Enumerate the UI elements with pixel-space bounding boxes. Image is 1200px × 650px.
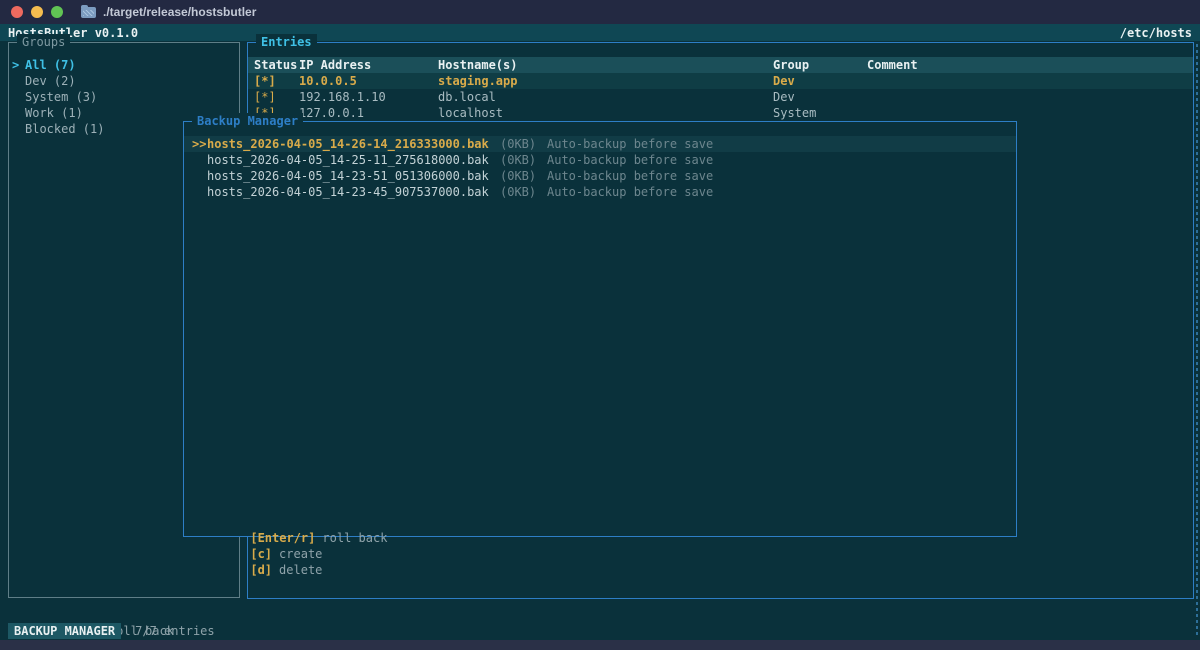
selection-marker-icon: >: [9, 57, 25, 73]
selection-marker-icon: >>: [184, 136, 207, 152]
entry-ip: 127.0.0.1: [299, 105, 438, 121]
backup-row[interactable]: hosts_2026-04-05_14-23-51_051306000.bak …: [184, 168, 1016, 184]
entries-header-row: Status IP Address Hostname(s) Group Comm…: [248, 57, 1193, 73]
column-header-hostnames: Hostname(s): [438, 57, 773, 73]
column-header-ip: IP Address: [299, 57, 438, 73]
window-title: ./target/release/hostsbutler: [103, 4, 256, 20]
statusbar-keyboard-hints: [Enter/r]Roll back [c]Create [d]Delete […: [8, 607, 188, 623]
minimize-window-icon[interactable]: [31, 6, 43, 18]
backup-description: Auto-backup before save: [547, 184, 713, 200]
entry-row[interactable]: [*] 127.0.0.1 localhost System: [248, 105, 1193, 121]
entry-group: System: [773, 105, 867, 121]
backup-size: (0KB): [500, 152, 547, 168]
titlebar: ./target/release/hostsbutler: [0, 0, 1200, 24]
entry-hostnames: localhost: [438, 105, 773, 121]
backup-row[interactable]: >> hosts_2026-04-05_14-26-14_216333000.b…: [184, 136, 1016, 152]
entry-count: 7/7 entries: [135, 623, 214, 639]
backup-size: (0KB): [500, 136, 547, 152]
modal-keyboard-hints: [Enter/r]roll back [c]create [d]delete: [207, 514, 401, 530]
entries-panel-title: Entries: [256, 34, 317, 50]
column-header-comment: Comment: [867, 57, 1193, 73]
entry-row[interactable]: [*] 10.0.0.5 staging.app Dev: [248, 73, 1193, 89]
terminal-bottom-strip: [0, 640, 1200, 650]
terminal-window: ./target/release/hostsbutler HostsButler…: [0, 0, 1200, 650]
entry-group: Dev: [773, 89, 867, 105]
statusbar-mode: BACKUP MANAGER 7/7 entries: [8, 623, 215, 639]
key-hint-create: [c]: [250, 547, 272, 561]
group-item-dev[interactable]: Dev (2): [9, 73, 239, 89]
entry-ip: 192.168.1.10: [299, 89, 438, 105]
folder-icon: [81, 7, 96, 18]
groups-panel-title: Groups: [17, 34, 70, 50]
entry-row[interactable]: [*] 192.168.1.10 db.local Dev: [248, 89, 1193, 105]
entry-comment: [867, 89, 1193, 105]
scrollbar[interactable]: [1196, 44, 1198, 638]
zoom-window-icon[interactable]: [51, 6, 63, 18]
key-hint-delete: [d]: [250, 563, 272, 577]
backup-size: (0KB): [500, 168, 547, 184]
entry-hostnames: staging.app: [438, 73, 773, 89]
entry-comment: [867, 73, 1193, 89]
backup-filename: hosts_2026-04-05_14-23-51_051306000.bak: [207, 168, 500, 184]
column-header-status: Status: [254, 57, 299, 73]
backup-row[interactable]: hosts_2026-04-05_14-25-11_275618000.bak …: [184, 152, 1016, 168]
hosts-file-path: /etc/hosts: [1120, 25, 1192, 41]
backup-filename: hosts_2026-04-05_14-26-14_216333000.bak: [207, 136, 500, 152]
backup-description: Auto-backup before save: [547, 136, 713, 152]
backup-description: Auto-backup before save: [547, 168, 713, 184]
group-item-system[interactable]: System (3): [9, 89, 239, 105]
entry-comment: [867, 105, 1193, 121]
mode-badge: BACKUP MANAGER: [8, 623, 121, 639]
app-header: HostsButler v0.1.0 /etc/hosts: [0, 24, 1200, 41]
entry-ip: 10.0.0.5: [299, 73, 438, 89]
entry-status: [*]: [254, 73, 299, 89]
entry-hostnames: db.local: [438, 89, 773, 105]
column-header-group: Group: [773, 57, 867, 73]
backup-row[interactable]: hosts_2026-04-05_14-23-45_907537000.bak …: [184, 184, 1016, 200]
backup-size: (0KB): [500, 184, 547, 200]
backup-list: >> hosts_2026-04-05_14-26-14_216333000.b…: [184, 122, 1016, 200]
backup-manager-modal: Backup Manager >> hosts_2026-04-05_14-26…: [183, 121, 1017, 537]
entry-status: [*]: [254, 89, 299, 105]
backup-manager-title: Backup Manager: [192, 113, 303, 129]
entries-table: Status IP Address Hostname(s) Group Comm…: [248, 43, 1193, 121]
group-item-all[interactable]: > All (7): [9, 57, 239, 73]
entry-group: Dev: [773, 73, 867, 89]
close-window-icon[interactable]: [11, 6, 23, 18]
backup-filename: hosts_2026-04-05_14-23-45_907537000.bak: [207, 184, 500, 200]
backup-filename: hosts_2026-04-05_14-25-11_275618000.bak: [207, 152, 500, 168]
key-hint-rollback: [Enter/r]: [250, 531, 315, 545]
backup-description: Auto-backup before save: [547, 152, 713, 168]
